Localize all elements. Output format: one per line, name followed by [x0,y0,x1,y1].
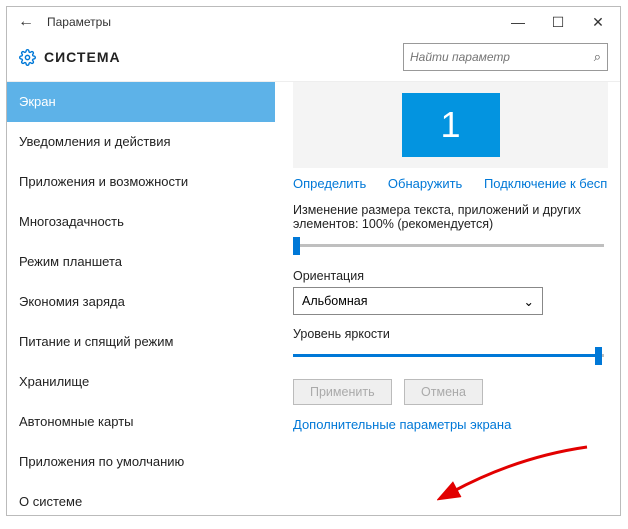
scale-slider-thumb[interactable] [293,237,300,255]
sidebar-item-multitasking[interactable]: Многозадачность [7,202,275,242]
cancel-button[interactable]: Отмена [404,379,483,405]
sidebar-item-apps[interactable]: Приложения и возможности [7,162,275,202]
sidebar-item-offline-maps[interactable]: Автономные карты [7,402,275,442]
sidebar-item-storage[interactable]: Хранилище [7,362,275,402]
title-bar: ← Параметры — ☐ ✕ [7,7,620,37]
sidebar-item-battery[interactable]: Экономия заряда [7,282,275,322]
display-preview: 1 [293,82,608,168]
section-title: СИСТЕМА [44,49,403,65]
back-button[interactable]: ← [15,13,37,31]
close-button[interactable]: ✕ [578,8,618,36]
apply-button[interactable]: Применить [293,379,392,405]
brightness-label: Уровень яркости [293,327,608,341]
search-icon: ⌕ [594,49,601,65]
wireless-link[interactable]: Подключение к беспроводному ди [484,176,608,191]
settings-window: ← Параметры — ☐ ✕ СИСТЕМА ⌕ Экран Уведом… [6,6,621,516]
maximize-button[interactable]: ☐ [538,8,578,36]
sidebar-item-tablet[interactable]: Режим планшета [7,242,275,282]
brightness-slider-thumb[interactable] [595,347,602,365]
gear-icon [19,49,36,66]
sidebar-item-default-apps[interactable]: Приложения по умолчанию [7,442,275,482]
main-pane: 1 Определить Обнаружить Подключение к бе… [275,82,620,513]
detect-link[interactable]: Обнаружить [388,176,462,191]
apply-cancel-row: Применить Отмена [293,379,608,405]
scale-label: Изменение размера текста, приложений и д… [293,203,608,231]
header-band: СИСТЕМА ⌕ [7,37,620,81]
minimize-button[interactable]: — [498,8,538,36]
window-title: Параметры [47,15,498,29]
sidebar-item-power[interactable]: Питание и спящий режим [7,322,275,362]
orientation-select[interactable]: Альбомная ⌄ [293,287,543,315]
brightness-slider[interactable] [293,345,608,367]
chevron-down-icon: ⌄ [524,294,534,309]
identify-link[interactable]: Определить [293,176,366,191]
sidebar-item-display[interactable]: Экран [7,82,275,122]
monitor-tile-1[interactable]: 1 [402,93,500,157]
search-input[interactable] [410,50,594,64]
advanced-display-link[interactable]: Дополнительные параметры экрана [293,417,608,432]
display-action-links: Определить Обнаружить Подключение к бесп… [293,176,608,191]
orientation-label: Ориентация [293,269,608,283]
sidebar: Экран Уведомления и действия Приложения … [7,82,275,513]
search-box[interactable]: ⌕ [403,43,608,71]
sidebar-item-notifications[interactable]: Уведомления и действия [7,122,275,162]
scale-slider[interactable] [293,235,608,257]
sidebar-item-about[interactable]: О системе [7,482,275,513]
